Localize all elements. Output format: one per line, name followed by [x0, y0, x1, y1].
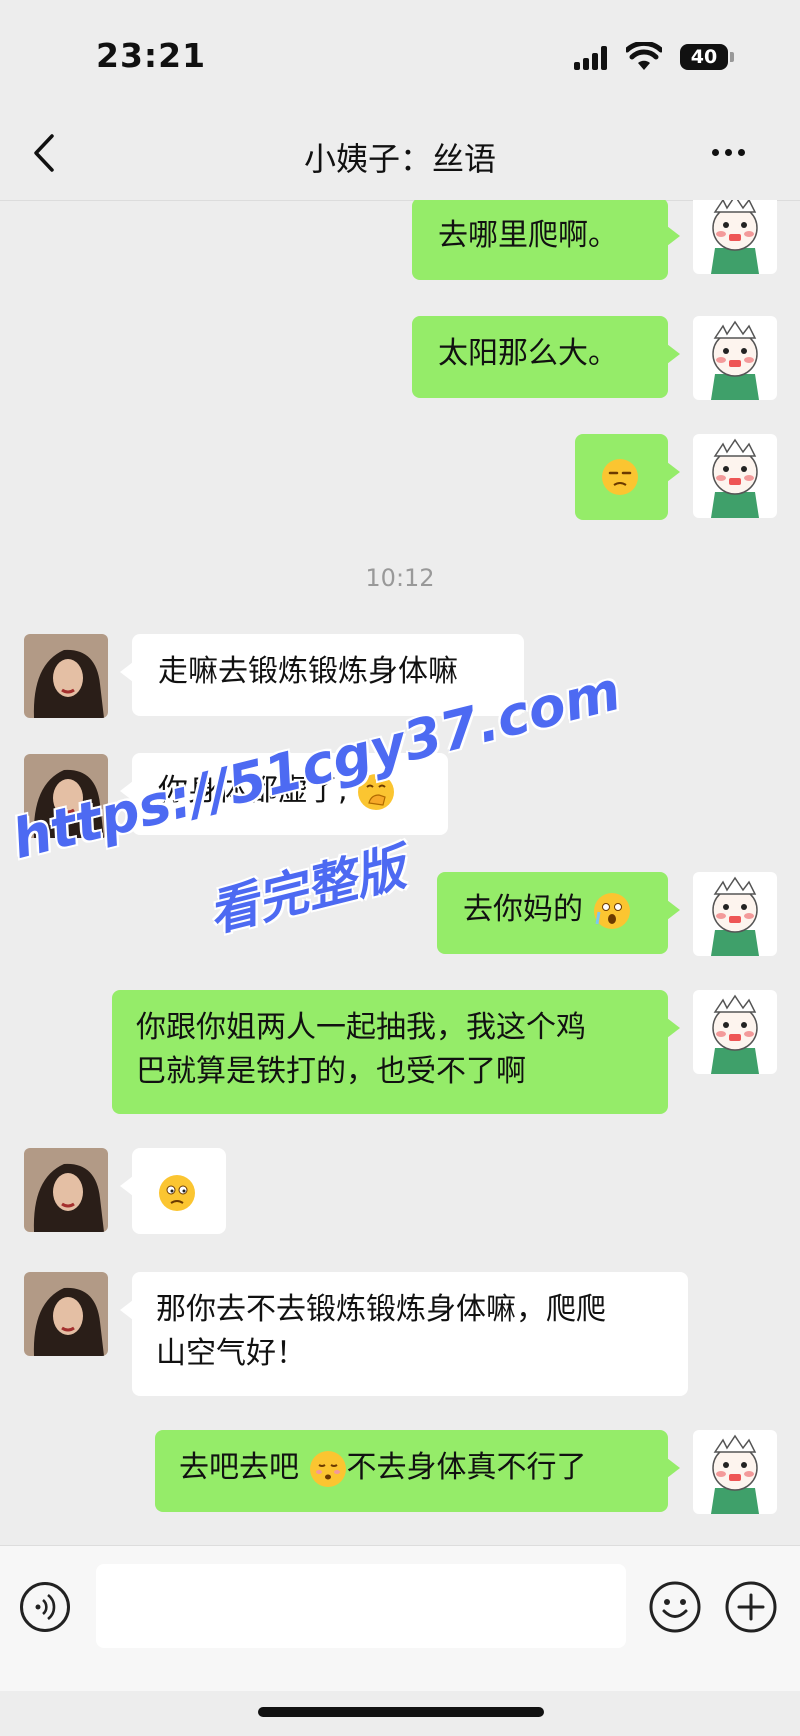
message-text-line: 你跟你姐两人一起抽我，我这个鸡 [136, 1010, 586, 1045]
message-bubble-incoming[interactable]: 你身体都虚了, [120, 753, 448, 835]
status-time: 23:21 [96, 36, 207, 75]
chat-header: 小姨子：丝语 [0, 110, 800, 201]
add-attachment-icon[interactable] [724, 1580, 778, 1634]
message-list[interactable]: 去哪里爬啊。 太阳那么大。 10:12 走嘛去锻炼锻炼身体嘛 你身体都虚了, 去… [0, 200, 800, 1545]
message-text-line: 山空气好！ [156, 1336, 306, 1371]
my-avatar[interactable] [693, 316, 777, 400]
hand-over-mouth-face-icon [358, 773, 395, 810]
home-indicator[interactable] [258, 1707, 544, 1717]
contact-avatar[interactable] [24, 1272, 108, 1356]
unamused-face-icon [602, 458, 638, 495]
message-bubble-outgoing[interactable]: 去你妈的 [437, 872, 680, 954]
message-text: 去你妈的 [463, 892, 583, 927]
message-input-bar [0, 1545, 800, 1691]
message-text: 去哪里爬啊。 [438, 218, 618, 253]
wifi-icon [626, 42, 662, 70]
contact-avatar[interactable] [24, 1148, 108, 1232]
battery-icon: 40 [680, 44, 728, 70]
shocked-face-icon [593, 892, 630, 929]
contact-avatar[interactable] [24, 754, 108, 838]
my-avatar[interactable] [693, 434, 777, 518]
my-avatar[interactable] [693, 990, 777, 1074]
contact-avatar[interactable] [24, 634, 108, 718]
message-text: 不去身体真不行了 [346, 1450, 587, 1485]
message-bubble-incoming[interactable]: 走嘛去锻炼锻炼身体嘛 [120, 634, 524, 716]
message-text-line: 巴就算是铁打的，也受不了啊 [136, 1054, 526, 1089]
pleading-face-icon [309, 1450, 346, 1487]
cellular-signal-icon [574, 46, 614, 70]
message-text: 你身体都虚了, [158, 773, 348, 808]
my-avatar[interactable] [693, 1430, 777, 1514]
worried-face-icon [159, 1174, 195, 1211]
message-bubble-outgoing[interactable] [575, 434, 680, 520]
message-input[interactable] [96, 1564, 626, 1648]
my-avatar[interactable] [693, 200, 777, 274]
message-bubble-outgoing[interactable]: 去吧去吧 不去身体真不行了 [155, 1430, 680, 1512]
message-text: 走嘛去锻炼锻炼身体嘛 [158, 654, 458, 689]
message-bubble-outgoing[interactable]: 太阳那么大。 [412, 316, 680, 398]
more-options-icon[interactable] [712, 132, 762, 172]
message-timestamp: 10:12 [365, 564, 435, 592]
my-avatar[interactable] [693, 872, 777, 956]
message-text: 去吧去吧 [179, 1450, 309, 1485]
status-bar: 23:21 40 [0, 0, 800, 110]
voice-input-icon[interactable] [20, 1582, 70, 1632]
message-text-line: 那你去不去锻炼锻炼身体嘛，爬爬 [156, 1292, 606, 1327]
battery-cap [730, 52, 734, 62]
chat-title: 小姨子：丝语 [303, 140, 496, 178]
message-bubble-outgoing[interactable]: 去哪里爬啊。 [412, 200, 680, 280]
message-bubble-incoming[interactable]: 那你去不去锻炼锻炼身体嘛，爬爬 山空气好！ [120, 1272, 688, 1396]
emoji-picker-icon[interactable] [648, 1580, 702, 1634]
message-bubble-outgoing[interactable]: 你跟你姐两人一起抽我，我这个鸡 巴就算是铁打的，也受不了啊 [112, 990, 680, 1114]
message-bubble-incoming[interactable] [120, 1148, 226, 1234]
message-text: 太阳那么大。 [438, 336, 618, 371]
